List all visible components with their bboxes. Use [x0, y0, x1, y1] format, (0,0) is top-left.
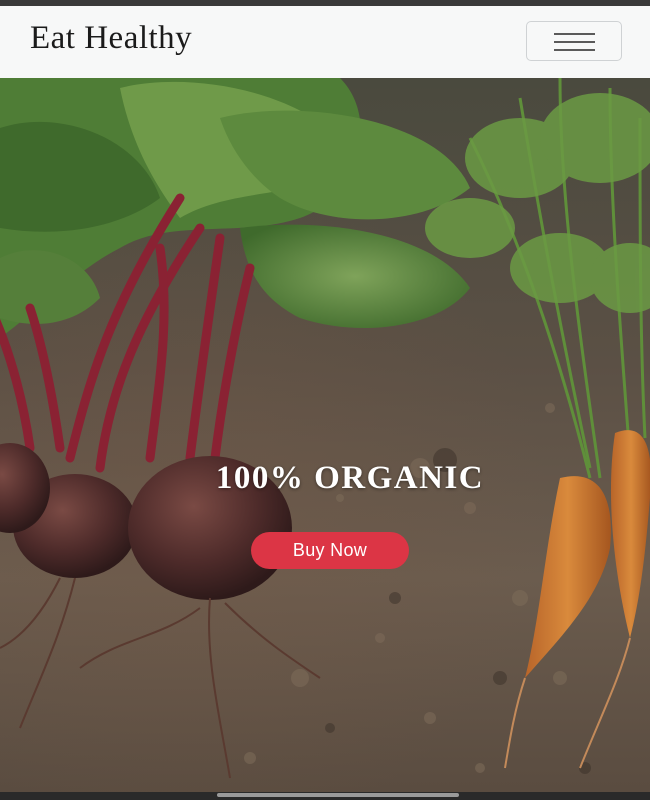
navbar: Eat Healthy — [0, 6, 650, 78]
brand-logo-text[interactable]: Eat Healthy — [30, 20, 192, 57]
hero-background-image — [0, 78, 650, 779]
bottom-bar — [0, 792, 650, 800]
home-indicator[interactable] — [217, 793, 459, 797]
hero-title: 100% ORGANIC — [215, 460, 485, 496]
navbar-toggler-button[interactable] — [526, 21, 622, 61]
hero-section: 100% ORGANIC Buy Now — [0, 78, 650, 792]
buy-now-button[interactable]: Buy Now — [251, 532, 409, 569]
